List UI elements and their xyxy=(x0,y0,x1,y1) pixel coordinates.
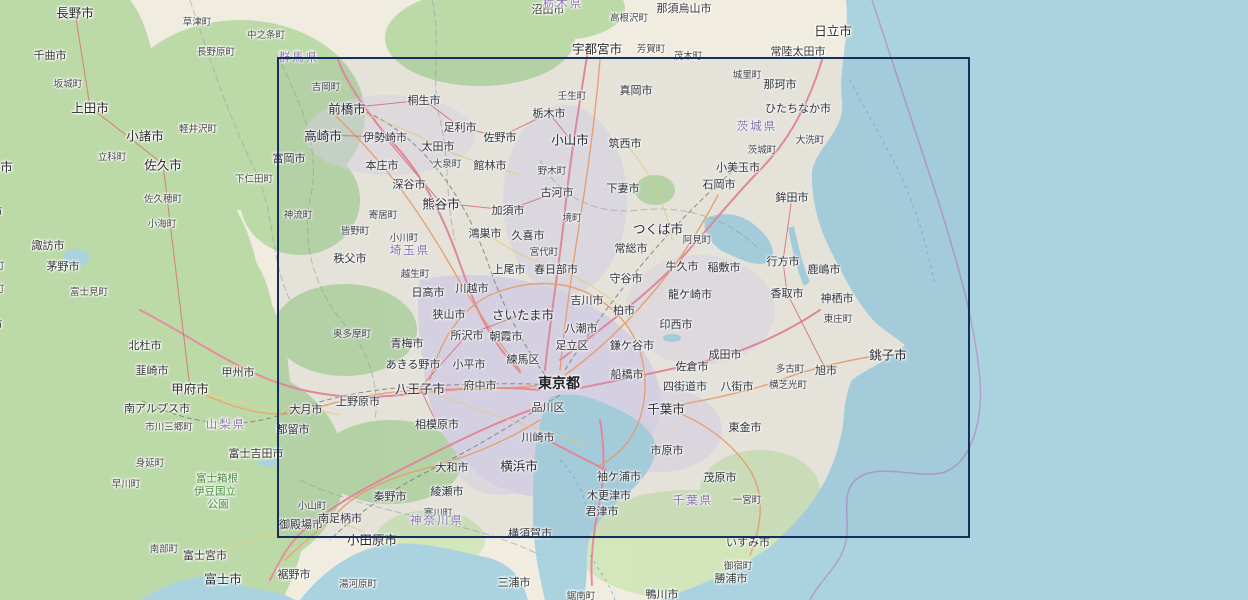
lake-kawaguchi xyxy=(258,459,278,467)
selection-rectangle[interactable] xyxy=(277,57,970,538)
map-canvas[interactable]: 長野市草津町中之条町長野原町千曲市坂城町上田市軽井沢町小諸市立科町佐久市下仁田町… xyxy=(0,0,1248,600)
lake-suwa xyxy=(63,249,89,267)
